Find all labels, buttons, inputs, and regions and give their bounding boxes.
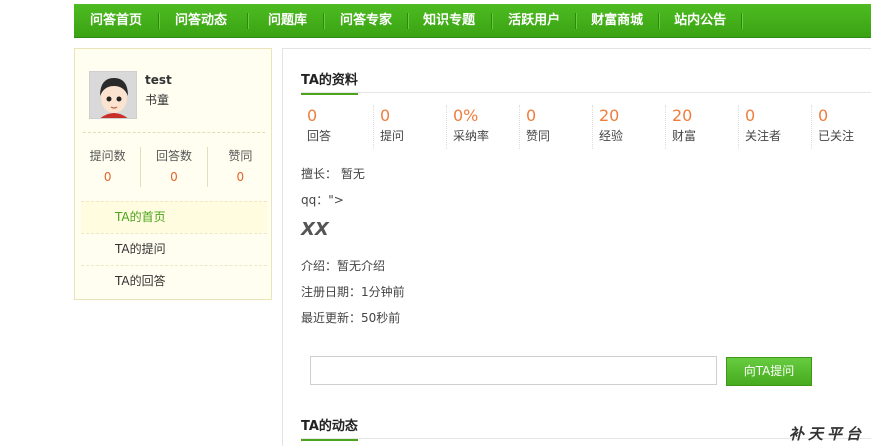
nav-home[interactable]: 问答首页 <box>90 4 142 38</box>
stat-label: 提问 <box>380 129 405 143</box>
stat-value: 0 <box>103 170 112 184</box>
nav-separator <box>575 12 577 29</box>
stat-value: 0 <box>236 170 245 184</box>
stat-label: 采纳率 <box>453 129 490 143</box>
stat-experience: 20 经验 <box>593 105 666 149</box>
ask-question-input[interactable] <box>310 356 717 385</box>
stat-wealth: 20 财富 <box>666 105 739 149</box>
stat-followers[interactable]: 0 关注者 <box>739 105 812 149</box>
stat-label: 提问数 <box>89 149 126 163</box>
ask-question-button[interactable]: 向TA提问 <box>726 357 812 386</box>
divider <box>83 132 265 133</box>
stat-label: 关注者 <box>745 129 782 143</box>
menu-item-home[interactable]: TA的首页 <box>81 201 267 233</box>
top-nav: 问答首页 问答动态 问题库 问答专家 知识专题 活跃用户 财富商城 站内公告 <box>74 4 871 38</box>
stat-value: 0 <box>170 170 178 184</box>
stat-upvotes: 0 赞同 <box>520 105 593 149</box>
nav-active-users[interactable]: 活跃用户 <box>508 4 560 38</box>
nav-separator <box>491 12 493 29</box>
stat-answers[interactable]: 0 回答 <box>301 105 374 149</box>
nav-separator <box>741 12 743 29</box>
stat-adoption-rate: 0% 采纳率 <box>447 105 520 149</box>
stat-label: 赞同 <box>526 129 551 143</box>
avatar[interactable] <box>89 71 137 119</box>
nav-activity[interactable]: 问答动态 <box>175 4 227 38</box>
register-date: 注册日期：1分钟前 <box>301 285 405 299</box>
user-level: 书童 <box>145 93 170 107</box>
qq-text: qq："> <box>301 193 344 207</box>
menu-item-answers[interactable]: TA的回答 <box>81 265 267 297</box>
nav-topics[interactable]: 知识专题 <box>423 4 475 38</box>
last-update: 最近更新：50秒前 <box>301 311 401 325</box>
xx-text: XX <box>301 219 329 240</box>
stat-value: 20 <box>672 106 693 125</box>
menu-item-questions[interactable]: TA的提问 <box>81 233 267 265</box>
nav-question-bank[interactable]: 问题库 <box>268 4 307 38</box>
username[interactable]: test <box>145 73 172 87</box>
profile-stats: 提问数 0 回答数 0 赞同 0 <box>75 147 273 187</box>
section-divider <box>301 438 871 439</box>
stat-label: 回答 <box>307 129 332 143</box>
main-panel: TA的资料 0 回答 0 提问 0% 采纳率 0 赞同 20 经验 20 财富 … <box>282 48 871 446</box>
stat-label: 已关注 <box>818 129 855 143</box>
stat-label: 经验 <box>599 129 624 143</box>
nav-separator <box>658 12 660 29</box>
stat-value: 0 <box>526 106 537 125</box>
stat-questions[interactable]: 0 提问 <box>374 105 447 149</box>
watermark: 补天平台 <box>789 425 866 443</box>
stat-value: 0 <box>818 106 829 125</box>
stat-label: 财富 <box>672 129 697 143</box>
stat-value: 0% <box>453 106 479 125</box>
stat-value: 20 <box>599 106 620 125</box>
nav-separator <box>323 12 325 29</box>
stat-label: 回答数 <box>155 149 192 163</box>
profile-sidebar: test 书童 提问数 0 回答数 0 赞同 0 TA的首页 TA的提问 TA的… <box>74 48 272 300</box>
profile-menu: TA的首页 TA的提问 TA的回答 <box>81 201 267 297</box>
nav-separator <box>158 12 160 29</box>
stat-questions: 提问数 0 <box>75 147 142 187</box>
nav-separator <box>247 12 249 29</box>
nav-separator <box>407 12 409 29</box>
stat-answers: 回答数 0 <box>141 147 208 187</box>
nav-experts[interactable]: 问答专家 <box>340 4 392 38</box>
stat-value: 0 <box>380 106 391 125</box>
stat-value: 0 <box>745 106 756 125</box>
stat-following[interactable]: 0 已关注 <box>812 105 871 149</box>
nav-announcements[interactable]: 站内公告 <box>674 4 726 38</box>
stat-value: 0 <box>307 106 318 125</box>
stat-label: 赞同 <box>228 149 253 163</box>
avatar-image <box>90 72 136 118</box>
stat-upvotes: 赞同 0 <box>208 147 273 187</box>
user-stats: 0 回答 0 提问 0% 采纳率 0 赞同 20 经验 20 财富 0 关注者 … <box>301 105 871 149</box>
intro-text: 介绍：暂无介绍 <box>301 259 386 273</box>
specialty-text: 擅长： 暂无 <box>301 167 365 181</box>
section-divider <box>301 92 871 93</box>
nav-store[interactable]: 财富商城 <box>591 4 643 38</box>
